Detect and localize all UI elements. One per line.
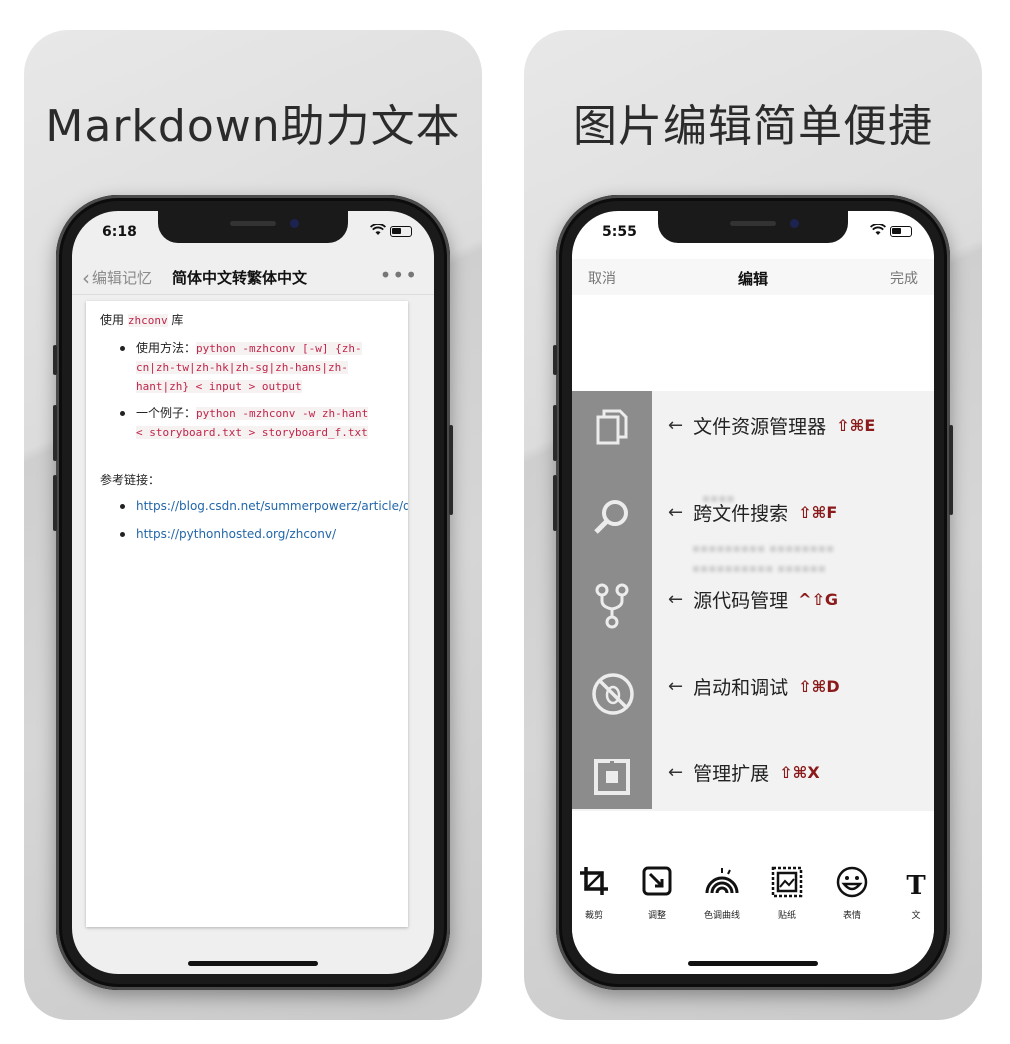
shortcut-hint: ← 文件资源管理器 ⇧⌘E [668,414,876,438]
promo-card-image-edit: 图片编辑简单便捷 5:55 取消 编辑 完成 ▪▪▪▪ ▪▪▪▪▪▪▪▪▪ ▪▪… [524,30,982,1020]
tone-curve-tool-button[interactable]: 色调曲线 [694,866,750,921]
notch [658,211,848,243]
back-label: 编辑记忆 [92,269,153,287]
shortcut-hint: ← 管理扩展 ⇧⌘X [668,761,820,785]
volume-up-button [553,405,557,461]
home-indicator [688,961,818,966]
phone-screen: 5:55 取消 编辑 完成 ▪▪▪▪ ▪▪▪▪▪▪▪▪▪ ▪▪▪▪▪▪▪▪ ▪▪… [572,211,934,974]
arrow-left-icon: ← [668,675,684,697]
arrow-left-icon: ← [668,588,684,610]
mute-switch [553,345,557,375]
files-icon [590,407,634,451]
chevron-left-icon: ‹ [82,265,90,290]
blurred-text: ▪▪▪▪▪▪▪▪▪ ▪▪▪▪▪▪▪▪ [692,541,835,555]
link-list: https://blog.csdn.net/summerpowerz/artic… [116,497,408,553]
phone-screen: 6:18 ‹ 编辑记忆 简体中文转繁体中文 ••• 使用 zhconv 库 使用… [72,211,434,974]
promo-title: 图片编辑简单便捷 [573,101,933,152]
adjust-icon [629,866,685,906]
more-icon[interactable]: ••• [380,263,418,287]
power-button [949,425,953,515]
paragraph: 参考链接： [100,473,161,487]
shortcut-hint: ← 跨文件搜索 ⇧⌘F [668,501,838,525]
edited-image[interactable]: ▪▪▪▪ ▪▪▪▪▪▪▪▪▪ ▪▪▪▪▪▪▪▪ ▪▪▪▪▪▪▪▪▪▪ ▪▪▪▪▪… [572,391,934,811]
mute-switch [53,345,57,375]
tone-curve-icon [694,866,750,906]
status-time: 6:18 [102,224,137,240]
link[interactable]: https://pythonhosted.org/zhconv/ [136,527,336,541]
source-control-icon [590,583,634,629]
nav-bar: 取消 编辑 完成 [572,259,934,295]
crop-tool-button[interactable]: 裁剪 [572,866,622,921]
power-button [449,425,453,515]
phone-frame: 5:55 取消 编辑 完成 ▪▪▪▪ ▪▪▪▪▪▪▪▪▪ ▪▪▪▪▪▪▪▪ ▪▪… [553,195,953,990]
activity-bar [572,391,652,809]
nav-bar: ‹ 编辑记忆 简体中文转繁体中文 ••• [72,259,434,295]
inline-code: zhconv [127,314,168,327]
text-tool-button[interactable]: T 文 [888,866,934,921]
back-button[interactable]: ‹ 编辑记忆 [82,267,152,288]
arrow-left-icon: ← [668,414,684,436]
paragraph: 使用 zhconv 库 [100,313,184,327]
debug-icon [590,671,634,715]
home-indicator [188,961,318,966]
list-item: 使用方法：python -mzhconv [-w] {zh-cn|zh-tw|z… [116,339,376,396]
promo-title: Markdown助力文本 [45,101,461,152]
shortcut-hint: ← 启动和调试 ⇧⌘D [668,675,840,699]
battery-icon [890,226,912,237]
search-icon [590,495,634,539]
done-button[interactable]: 完成 [890,268,918,288]
edit-toolbar: 裁剪 调整 色调曲线 贴纸 表情 T 文 [572,866,934,946]
notch [158,211,348,243]
arrow-left-icon: ← [668,761,684,783]
arrow-left-icon: ← [668,501,684,523]
page-title: 编辑 [737,270,768,288]
markdown-preview: 使用 zhconv 库 使用方法：python -mzhconv [-w] {z… [86,301,408,927]
link[interactable]: https://blog.csdn.net/summerpowerz/artic… [136,499,408,513]
volume-up-button [53,405,57,461]
list-item: https://pythonhosted.org/zhconv/ [116,525,408,544]
emoji-tool-button[interactable]: 表情 [824,866,880,921]
emoji-icon [824,866,880,906]
battery-icon [390,226,412,237]
list-item: https://blog.csdn.net/summerpowerz/artic… [116,497,408,516]
shortcut-hint: ← 源代码管理 ^⇧G [668,588,839,612]
sticker-tool-button[interactable]: 贴纸 [759,866,815,921]
volume-down-button [53,475,57,531]
crop-icon [572,866,622,906]
extensions-icon [590,757,634,801]
wifi-icon [869,223,887,239]
list-item: 一个例子：python -mzhconv -w zh-hant < storyb… [116,404,376,442]
page-title: 简体中文转繁体中文 [172,269,308,287]
promo-card-markdown: Markdown助力文本 6:18 ‹ 编辑记忆 简体中文转繁体中文 ••• 使… [24,30,482,1020]
wifi-icon [369,223,387,239]
text-icon: T [906,871,926,901]
blurred-text: ▪▪▪▪▪▪▪▪▪▪ ▪▪▪▪▪▪ [692,561,826,575]
volume-down-button [553,475,557,531]
phone-frame: 6:18 ‹ 编辑记忆 简体中文转繁体中文 ••• 使用 zhconv 库 使用… [53,195,453,990]
bullet-list: 使用方法：python -mzhconv [-w] {zh-cn|zh-tw|z… [116,339,376,450]
status-time: 5:55 [602,224,637,240]
sticker-icon [759,866,815,906]
adjust-tool-button[interactable]: 调整 [629,866,685,921]
